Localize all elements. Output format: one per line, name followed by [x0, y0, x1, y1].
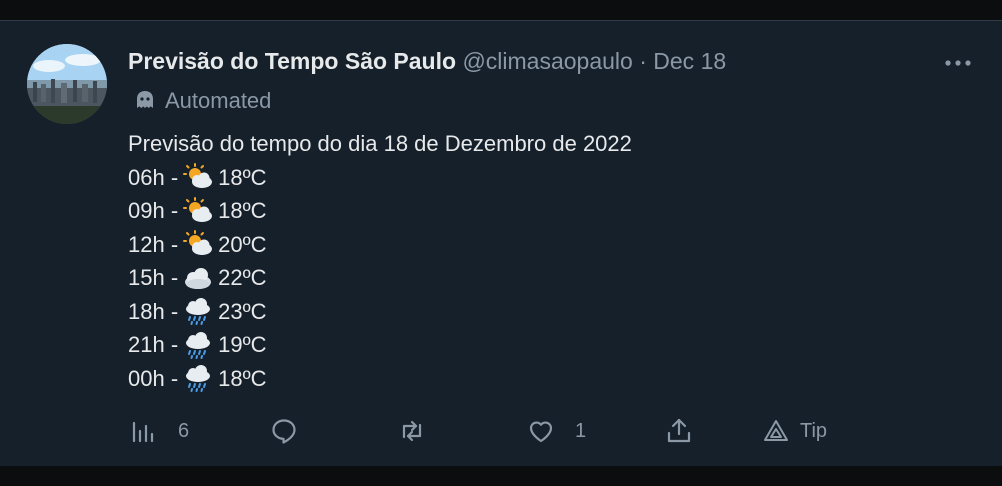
automated-text: Automated [165, 88, 272, 113]
cloud-with-rain-icon [186, 298, 211, 326]
user-handle[interactable]: @climasaopaulo [462, 48, 632, 74]
forecast-hour: 18h - [128, 298, 179, 324]
views-button[interactable]: 6 [130, 413, 189, 449]
forecast-row: 09h - 18ºC [128, 194, 632, 228]
forecast-hour: 06h - [128, 164, 179, 190]
retweet-button[interactable] [398, 413, 426, 449]
forecast-row: 15h - 22ºC [128, 261, 632, 295]
forecast-hour: 21h - [128, 332, 179, 357]
more-options-button[interactable] [944, 56, 972, 70]
cloud-icon [185, 267, 212, 289]
reply-bubble-icon [272, 419, 296, 444]
forecast-temp: 18ºC [218, 164, 267, 190]
forecast-temp: 20ºC [218, 231, 267, 257]
forecast-hour: 12h - [128, 231, 179, 257]
tweet-card[interactable]: Previsão do Tempo São Paulo @climasaopau… [0, 20, 1002, 467]
tweet-text: Previsão do tempo do dia 18 de Dezembro … [128, 127, 632, 395]
views-count: 6 [178, 419, 190, 442]
tweet-header: Previsão do Tempo São Paulo @climasaopau… [128, 48, 726, 74]
forecast-row: 00h - 18ºC [128, 362, 632, 396]
bot-icon [137, 91, 153, 108]
share-upload-icon [667, 418, 691, 443]
forecast-row: 12h - 20ºC [128, 228, 632, 262]
tweet-actions-bar: 6 1 Tip [0, 413, 1002, 449]
likes-count: 1 [575, 419, 587, 442]
forecast-hour: 09h - [128, 198, 179, 223]
reply-button[interactable] [270, 413, 298, 449]
retweet-icon [402, 420, 422, 442]
cloud-with-rain-icon [186, 331, 211, 359]
forecast-temp: 23ºC [218, 298, 267, 324]
separator-dot: · [639, 48, 647, 74]
tip-label: Tip [800, 419, 828, 442]
sun-behind-cloud-icon [183, 230, 213, 256]
share-button[interactable] [665, 413, 693, 449]
like-button[interactable]: 1 [527, 413, 586, 449]
sun-behind-cloud-icon [183, 196, 213, 222]
heart-icon [529, 421, 553, 443]
forecast-hour: 00h - [128, 365, 179, 391]
cloud-with-rain-icon [186, 365, 211, 393]
tip-icon [764, 420, 788, 441]
tweet-date[interactable]: Dec 18 [653, 48, 726, 74]
bottom-frame-bar [0, 466, 1002, 486]
avatar-skyline-image [27, 44, 107, 124]
forecast-row: 21h - 19ºC [128, 328, 632, 362]
analytics-bars-icon [132, 421, 154, 443]
tip-button[interactable]: Tip [762, 413, 827, 449]
forecast-temp: 22ºC [218, 265, 267, 290]
display-name[interactable]: Previsão do Tempo São Paulo [128, 48, 456, 74]
forecast-title: Previsão do tempo do dia 18 de Dezembro … [128, 131, 632, 156]
forecast-row: 06h - 18ºC [128, 161, 632, 195]
automated-label[interactable]: Automated [133, 87, 271, 115]
top-frame-bar [0, 0, 1002, 20]
more-dots-icon [945, 60, 971, 66]
avatar[interactable] [27, 44, 107, 124]
forecast-hour: 15h - [128, 265, 179, 290]
sun-behind-cloud-icon [183, 163, 213, 189]
forecast-temp: 19ºC [218, 332, 267, 357]
forecast-row: 18h - 23ºC [128, 295, 632, 329]
forecast-temp: 18ºC [218, 198, 267, 223]
forecast-temp: 18ºC [218, 365, 267, 391]
